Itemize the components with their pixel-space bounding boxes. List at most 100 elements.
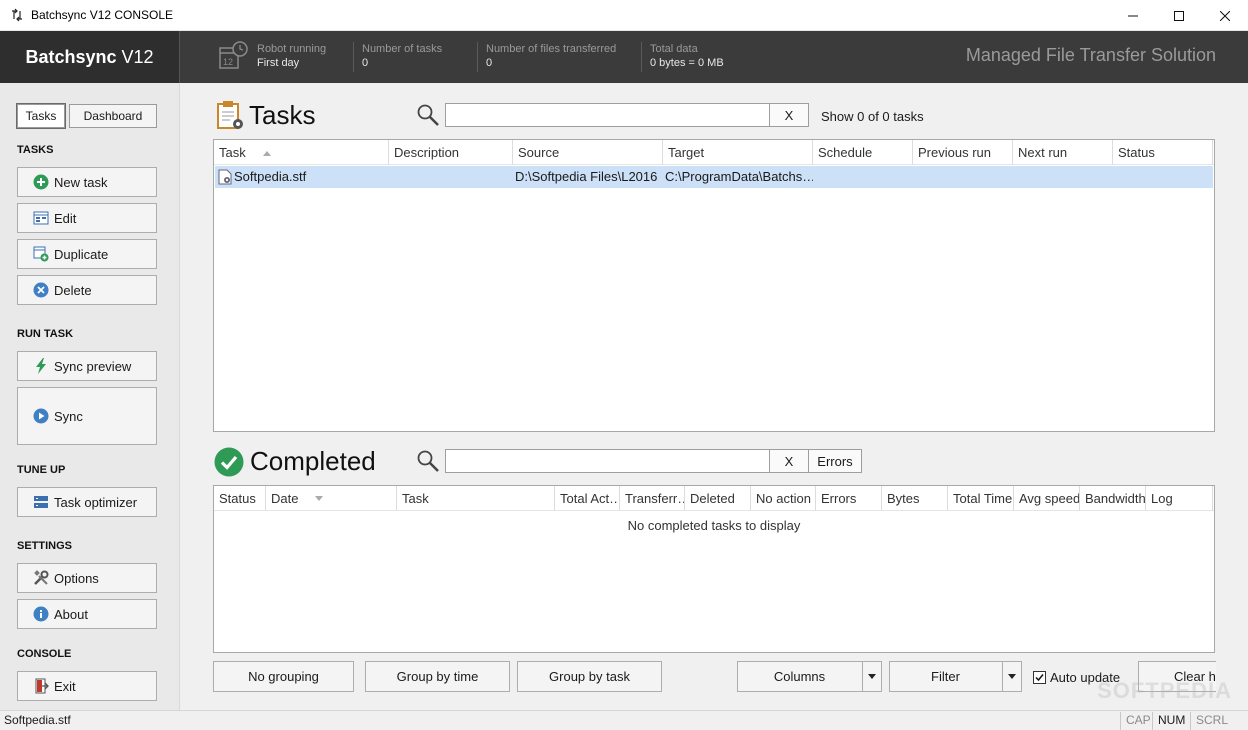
search-icon <box>417 450 439 472</box>
options-button[interactable]: Options <box>17 563 157 593</box>
tasks-search-clear-button[interactable]: X <box>769 103 809 127</box>
check-circle-icon <box>214 447 244 476</box>
completed-table: Status Date Task Total Act… Transferr… D… <box>213 485 1215 653</box>
column-header-deleted[interactable]: Deleted <box>685 486 751 511</box>
group-by-time-button[interactable]: Group by time <box>365 661 510 692</box>
column-header-status[interactable]: Status <box>214 486 266 511</box>
completed-search-clear-button[interactable]: X <box>769 449 809 473</box>
columns-dropdown-arrow[interactable] <box>862 662 881 691</box>
completed-search-input[interactable] <box>445 449 770 473</box>
status-bar: Softpedia.stf CAP NUM SCRL <box>0 710 1248 730</box>
caret-down-icon <box>868 674 876 679</box>
watermark: SOFTPEDIA <box>1097 678 1232 703</box>
column-header-source[interactable]: Source <box>513 140 663 165</box>
close-button[interactable] <box>1202 0 1248 31</box>
task-schedule-cell <box>819 166 914 188</box>
tasks-search-input[interactable] <box>445 103 770 127</box>
tasks-count-label: Show 0 of 0 tasks <box>821 109 924 124</box>
errors-filter-button[interactable]: Errors <box>808 449 862 473</box>
x-circle-icon <box>32 282 49 299</box>
stat-total-data: Total data 0 bytes = 0 MB <box>641 42 724 72</box>
filter-button[interactable]: Filter <box>889 661 1022 692</box>
new-task-button[interactable]: New task <box>17 167 157 197</box>
edit-form-icon <box>32 210 49 227</box>
column-header-errors[interactable]: Errors <box>816 486 882 511</box>
scroll-lock-indicator: SCRL <box>1190 712 1233 730</box>
server-icon <box>32 494 49 511</box>
calendar-clock-icon: 12 <box>219 41 248 69</box>
column-header-task[interactable]: Task <box>397 486 555 511</box>
sort-descending-icon <box>315 496 323 501</box>
tagline: Managed File Transfer Solution <box>965 45 1216 65</box>
tab-dashboard[interactable]: Dashboard <box>69 104 157 128</box>
caret-down-icon <box>1008 674 1016 679</box>
exit-button[interactable]: Exit <box>17 671 157 701</box>
sync-button[interactable]: Sync <box>17 387 157 445</box>
maximize-button[interactable] <box>1156 0 1202 31</box>
column-header-next-run[interactable]: Next run <box>1013 140 1113 165</box>
completed-table-header: Status Date Task Total Act… Transferr… D… <box>214 486 1214 511</box>
column-header-log[interactable]: Log <box>1146 486 1213 511</box>
minimize-button[interactable] <box>1110 0 1156 31</box>
info-circle-icon <box>32 606 49 623</box>
column-header-task[interactable]: Task <box>214 140 389 165</box>
caps-lock-indicator: CAP <box>1120 712 1156 730</box>
exit-door-icon <box>32 678 49 695</box>
search-icon <box>417 104 439 126</box>
column-header-target[interactable]: Target <box>663 140 813 165</box>
column-header-description[interactable]: Description <box>389 140 513 165</box>
column-header-total-actions[interactable]: Total Act… <box>555 486 620 511</box>
tasks-heading: Tasks <box>214 99 315 131</box>
columns-button[interactable]: Columns <box>737 661 882 692</box>
svg-text:12: 12 <box>223 57 233 67</box>
filter-dropdown-arrow[interactable] <box>1002 662 1021 691</box>
column-header-previous-run[interactable]: Previous run <box>913 140 1013 165</box>
header-band: Batchsync V12 12 Robot running First day… <box>0 31 1248 83</box>
about-button[interactable]: About <box>17 599 157 629</box>
stat-number-of-tasks: Number of tasks 0 <box>353 42 442 72</box>
no-grouping-button[interactable]: No grouping <box>213 661 354 692</box>
column-header-transferred[interactable]: Transferr… <box>620 486 685 511</box>
tasks-table-header: Task Description Source Target Schedule … <box>214 140 1214 165</box>
section-label-tasks: TASKS <box>17 144 54 156</box>
column-header-status[interactable]: Status <box>1113 140 1213 165</box>
duplicate-button[interactable]: Duplicate <box>17 239 157 269</box>
sort-ascending-icon <box>263 151 271 156</box>
task-description-cell <box>390 166 514 188</box>
clipboard-gear-icon <box>217 101 243 129</box>
column-header-bandwidth[interactable]: Bandwidth <box>1080 486 1146 511</box>
sync-preview-button[interactable]: Sync preview <box>17 351 157 381</box>
checkbox-checked-icon <box>1033 671 1046 684</box>
tab-tasks[interactable]: Tasks <box>16 103 66 129</box>
column-header-date[interactable]: Date <box>266 486 397 511</box>
close-icon <box>1220 10 1230 21</box>
column-header-schedule[interactable]: Schedule <box>813 140 913 165</box>
column-header-avg-speed[interactable]: Avg speed <box>1014 486 1080 511</box>
task-target-cell: C:\ProgramData\Batchs… <box>665 169 813 184</box>
plus-circle-icon <box>32 174 49 191</box>
tasks-table: Task Description Source Target Schedule … <box>213 139 1215 432</box>
column-header-total-time[interactable]: Total Time <box>948 486 1014 511</box>
maximize-icon <box>1174 10 1184 21</box>
column-header-no-action[interactable]: No action <box>751 486 816 511</box>
section-label-console: CONSOLE <box>17 648 72 660</box>
task-source-cell: D:\Softpedia Files\L2016 <box>515 169 658 184</box>
tools-icon <box>32 570 49 587</box>
sidebar: Tasks Dashboard TASKS New task Edit Dupl… <box>0 83 180 710</box>
column-header-bytes[interactable]: Bytes <box>882 486 948 511</box>
main-area: Tasks X Show 0 of 0 tasks Task Descripti… <box>181 83 1248 710</box>
empty-state-message: No completed tasks to display <box>627 518 801 533</box>
group-by-task-button[interactable]: Group by task <box>517 661 662 692</box>
stat-files-transferred: Number of files transferred 0 <box>477 42 616 72</box>
edit-button[interactable]: Edit <box>17 203 157 233</box>
table-row[interactable]: Softpedia.stf D:\Softpedia Files\L2016 C… <box>215 166 1213 188</box>
task-optimizer-button[interactable]: Task optimizer <box>17 487 157 517</box>
brand-version: V12 <box>121 46 154 67</box>
stat-robot-running: Robot running First day <box>257 43 327 69</box>
delete-button[interactable]: Delete <box>17 275 157 305</box>
section-label-run-task: RUN TASK <box>17 328 74 340</box>
task-file-icon <box>218 169 234 191</box>
task-previous-run-cell <box>919 166 1014 188</box>
lightning-icon <box>32 358 49 375</box>
title-bar: Batchsync V12 CONSOLE <box>0 0 1248 31</box>
